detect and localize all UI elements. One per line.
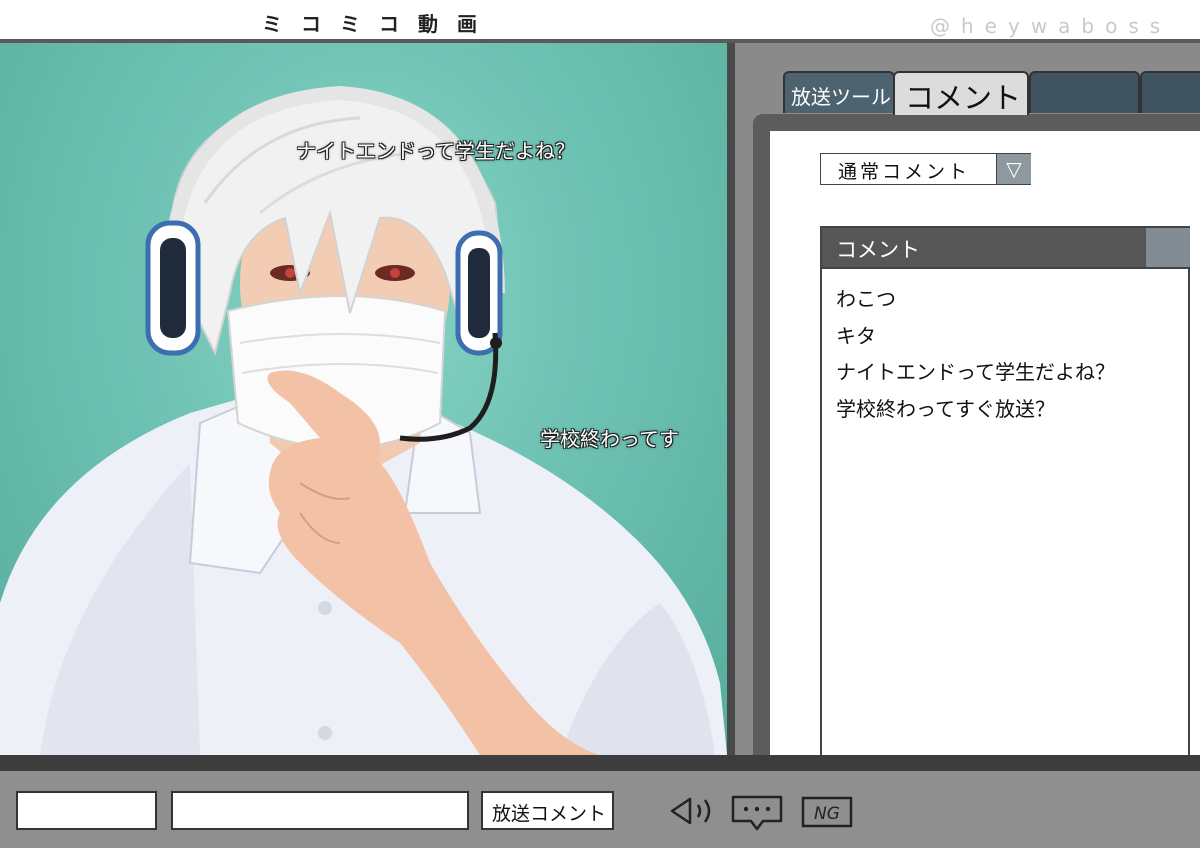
name-input[interactable] bbox=[16, 791, 157, 830]
ng-label: NG bbox=[814, 804, 840, 824]
header-divider bbox=[822, 267, 1190, 269]
speaker-icon[interactable] bbox=[668, 795, 718, 827]
column-header-extra[interactable] bbox=[1146, 228, 1190, 268]
chat-bubble-icon[interactable] bbox=[731, 795, 783, 831]
bottom-divider bbox=[0, 755, 1200, 771]
tab-broadcast-tools[interactable]: 放送ツール bbox=[783, 71, 895, 113]
panel-divider bbox=[727, 43, 735, 755]
tab-comment[interactable]: コメント bbox=[893, 71, 1029, 115]
comment-input[interactable] bbox=[171, 791, 469, 830]
tab-empty-1[interactable] bbox=[1029, 71, 1140, 113]
app-title: ミコミコ動画 bbox=[262, 12, 496, 36]
video-player[interactable]: ナイトエンドって学生だよね？ 学校終わってす bbox=[0, 43, 727, 755]
dropdown-arrow-icon[interactable]: ▽ bbox=[996, 154, 1031, 184]
list-item[interactable]: 学校終わってすぐ放送？ bbox=[836, 393, 1055, 422]
list-item[interactable]: キタ bbox=[836, 320, 876, 349]
watermark: @heywaboss bbox=[930, 14, 1172, 38]
list-item[interactable]: ナイトエンドって学生だよね？ bbox=[836, 356, 1115, 385]
danmaku-comment: 学校終わってす bbox=[540, 427, 679, 451]
comment-list-header: コメント bbox=[822, 228, 1146, 268]
danmaku-comment: ナイトエンドって学生だよね？ bbox=[296, 139, 575, 163]
tab-empty-2[interactable] bbox=[1140, 71, 1200, 113]
list-item[interactable]: わこつ bbox=[836, 283, 896, 312]
comment-type-value: 通常コメント bbox=[838, 161, 971, 183]
ng-filter-icon[interactable]: NG bbox=[801, 796, 853, 828]
broadcast-comment-button[interactable]: 放送コメント bbox=[481, 791, 614, 830]
